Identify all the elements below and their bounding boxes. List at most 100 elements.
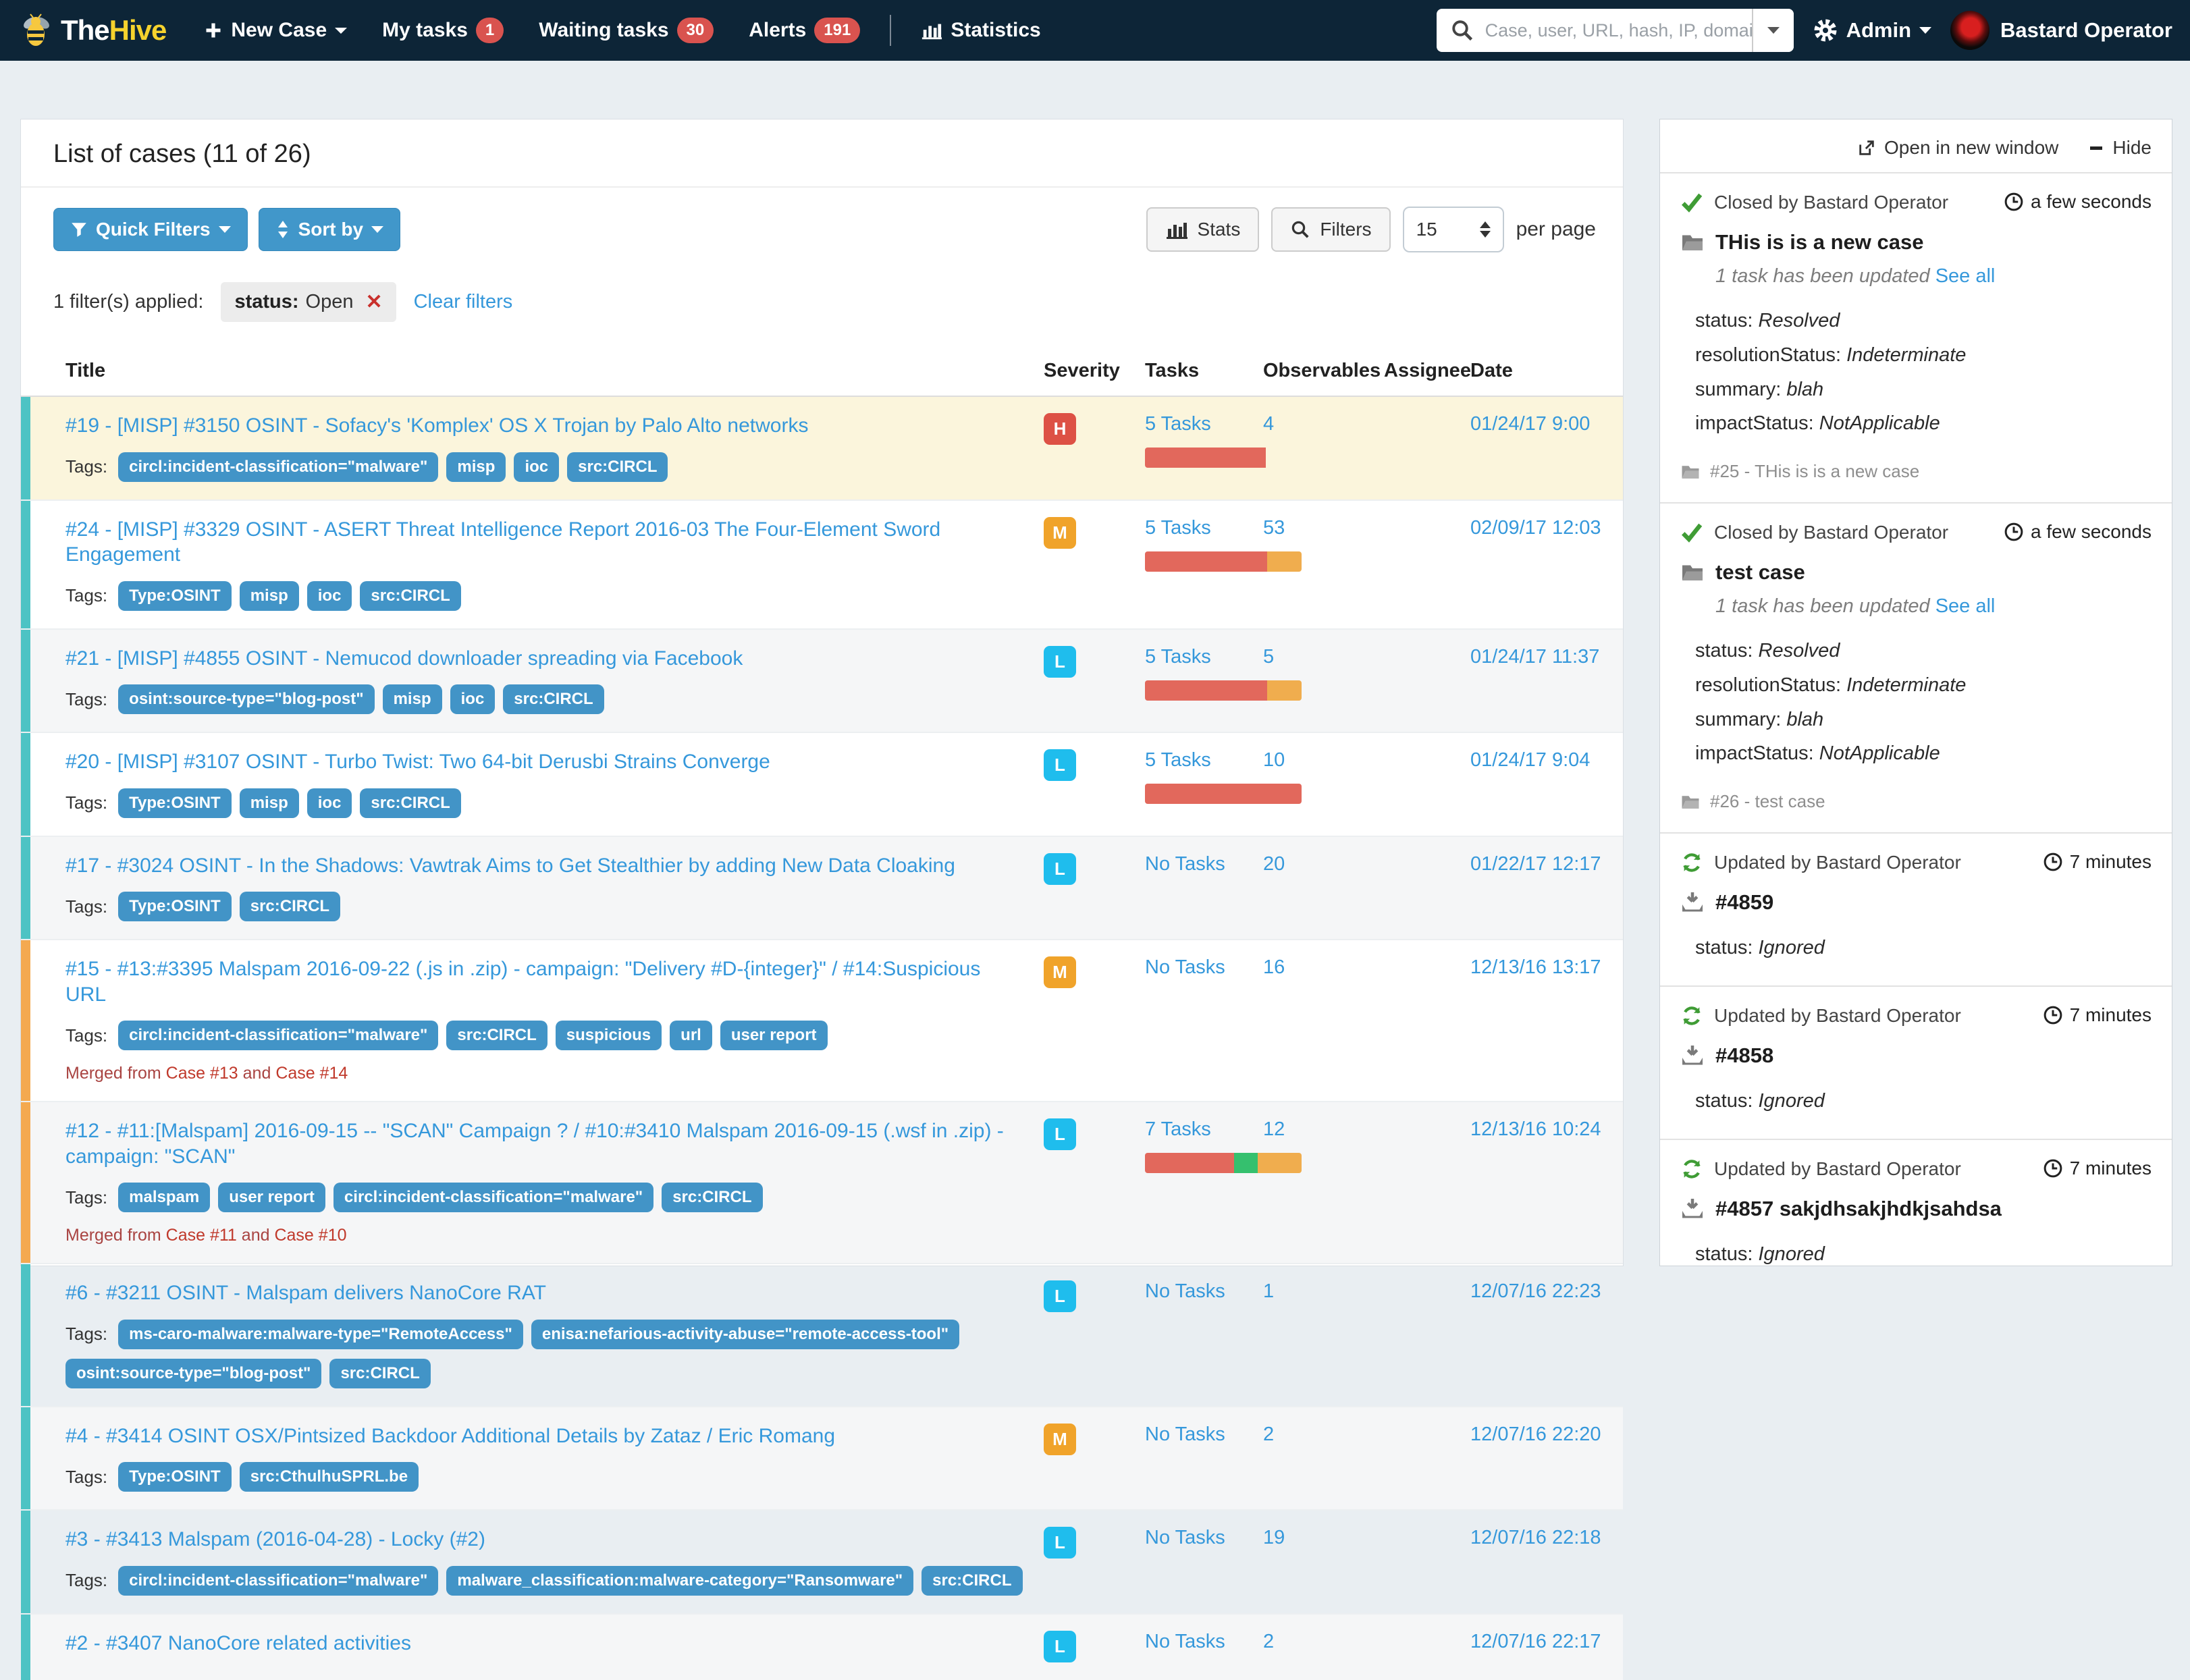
page-size-select[interactable]: 15 (1402, 207, 1504, 252)
search-input[interactable] (1485, 9, 1752, 52)
tag-pill[interactable]: user report (720, 1021, 828, 1050)
tag-pill[interactable]: osint:source-type="blog-post" (118, 684, 375, 714)
observables-count[interactable]: 10 (1263, 749, 1285, 771)
tag-pill[interactable]: Type:OSINT (118, 580, 232, 611)
admin-menu[interactable]: Admin (1813, 18, 1932, 43)
sort-by-button[interactable]: Sort by (258, 208, 401, 251)
tag-pill[interactable]: src:CIRCL (922, 1565, 1023, 1596)
tag-pill[interactable]: ioc (306, 788, 352, 818)
tag-pill[interactable]: src:CthulhuSPRL.be (239, 1462, 419, 1492)
tag-pill[interactable]: ioc (306, 580, 352, 611)
observables-count[interactable]: 1 (1263, 1280, 1274, 1302)
tag-pill[interactable]: misp (446, 452, 506, 482)
observables-count[interactable]: 2 (1263, 1424, 1274, 1445)
tag-pill[interactable]: ioc (514, 452, 560, 482)
observables-count[interactable]: 12 (1263, 1118, 1285, 1140)
tasks-link[interactable]: 5 Tasks (1145, 749, 1211, 771)
case-title-link[interactable]: #6 - #3211 OSINT - Malspam delivers Nano… (65, 1280, 1023, 1306)
case-date-link[interactable]: 12/13/16 10:24 (1470, 1118, 1601, 1140)
tag-pill[interactable]: src:CIRCL (360, 580, 461, 611)
case-title-link[interactable]: #15 - #13:#3395 Malspam 2016-09-22 (.js … (65, 956, 1023, 1007)
table-row[interactable]: #4 - #3414 OSINT OSX/Pintsized Backdoor … (21, 1405, 1623, 1509)
tag-pill[interactable]: user report (218, 1183, 325, 1212)
table-row[interactable]: #17 - #3024 OSINT - In the Shadows: Vawt… (21, 835, 1623, 939)
tag-pill[interactable]: malspam (118, 1183, 211, 1212)
case-date-link[interactable]: 12/07/16 22:20 (1470, 1424, 1601, 1445)
tag-pill[interactable]: osint:source-type="blog-post" (65, 1358, 322, 1388)
observables-count[interactable]: 2 (1263, 1631, 1274, 1652)
nav-item-new-case[interactable]: New Case (186, 0, 365, 61)
tasks-link[interactable]: No Tasks (1145, 853, 1225, 875)
case-date-link[interactable]: 12/07/16 22:18 (1470, 1527, 1601, 1548)
merged-case-link[interactable]: Case #10 (274, 1226, 346, 1245)
remove-filter-icon[interactable]: ✕ (365, 290, 382, 314)
case-title-link[interactable]: #2 - #3407 NanoCore related activities (65, 1631, 1023, 1656)
case-title-link[interactable]: #19 - [MISP] #3150 OSINT - Sofacy's 'Kom… (65, 413, 1023, 439)
tag-pill[interactable]: circl:incident-classification="malware" (333, 1183, 654, 1212)
tag-pill[interactable]: src:CIRCL (446, 1021, 548, 1050)
hide-panel-link[interactable]: Hide (2088, 137, 2152, 159)
search-scope-button[interactable] (1751, 9, 1794, 52)
case-title-link[interactable]: #17 - #3024 OSINT - In the Shadows: Vawt… (65, 853, 1023, 879)
observables-count[interactable]: 19 (1263, 1527, 1285, 1548)
observables-count[interactable]: 16 (1263, 956, 1285, 978)
merged-case-link[interactable]: Case #11 (166, 1226, 237, 1245)
tasks-link[interactable]: No Tasks (1145, 1424, 1225, 1445)
observables-count[interactable]: 53 (1263, 517, 1285, 539)
tag-pill[interactable]: malware_classification:malware-category=… (446, 1565, 914, 1596)
table-row[interactable]: #12 - #11:[Malspam] 2016-09-15 -- "SCAN"… (21, 1101, 1623, 1263)
tasks-link[interactable]: 5 Tasks (1145, 413, 1211, 435)
quick-filters-button[interactable]: Quick Filters (53, 208, 248, 251)
case-title-link[interactable]: #3 - #3413 Malspam (2016-04-28) - Locky … (65, 1527, 1023, 1552)
tag-pill[interactable]: enisa:nefarious-activity-abuse="remote-a… (531, 1319, 960, 1349)
tag-pill[interactable]: url (670, 1021, 712, 1050)
tag-pill[interactable]: Type:OSINT (118, 788, 232, 818)
merged-case-link[interactable]: Case #14 (275, 1064, 348, 1083)
tag-pill[interactable]: ms-caro-malware:malware-type="RemoteAcce… (118, 1319, 523, 1349)
tag-pill[interactable]: misp (382, 684, 442, 714)
case-date-link[interactable]: 01/24/17 9:04 (1470, 749, 1590, 771)
tag-pill[interactable]: suspicious (555, 1021, 662, 1050)
tag-pill[interactable]: src:CIRCL (503, 684, 604, 714)
observables-count[interactable]: 5 (1263, 646, 1274, 668)
tag-pill[interactable]: src:CIRCL (329, 1358, 431, 1388)
stream-entry-case-ref[interactable]: #26 - test case (1710, 791, 1825, 812)
table-row[interactable]: #19 - [MISP] #3150 OSINT - Sofacy's 'Kom… (21, 397, 1623, 499)
case-title-link[interactable]: #12 - #11:[Malspam] 2016-09-15 -- "SCAN"… (65, 1118, 1023, 1169)
tasks-link[interactable]: 5 Tasks (1145, 646, 1211, 668)
tag-pill[interactable]: Type:OSINT (118, 892, 232, 921)
tasks-link[interactable]: No Tasks (1145, 1280, 1225, 1302)
table-row[interactable]: #20 - [MISP] #3107 OSINT - Turbo Twist: … (21, 732, 1623, 836)
tag-pill[interactable]: circl:incident-classification="malware" (118, 1021, 439, 1050)
tag-pill[interactable]: Type:OSINT (118, 1462, 232, 1492)
tasks-link[interactable]: No Tasks (1145, 1631, 1225, 1652)
tasks-link[interactable]: No Tasks (1145, 1527, 1225, 1548)
stats-button[interactable]: Stats (1146, 207, 1260, 252)
nav-item-statistics[interactable]: Statistics (903, 0, 1058, 61)
see-all-link[interactable]: See all (1935, 595, 1996, 617)
table-row[interactable]: #21 - [MISP] #4855 OSINT - Nemucod downl… (21, 628, 1623, 732)
tag-pill[interactable]: src:CIRCL (662, 1183, 763, 1212)
user-menu[interactable]: Bastard Operator (1950, 11, 2172, 50)
case-date-link[interactable]: 12/07/16 22:17 (1470, 1631, 1601, 1652)
filters-button[interactable]: Filters (1271, 207, 1391, 252)
tag-pill[interactable]: src:CIRCL (360, 788, 461, 818)
case-date-link[interactable]: 12/13/16 13:17 (1470, 956, 1601, 978)
observables-count[interactable]: 4 (1263, 413, 1274, 435)
tag-pill[interactable]: misp (239, 580, 299, 611)
see-all-link[interactable]: See all (1935, 265, 1996, 287)
nav-item-waiting-tasks[interactable]: Waiting tasks 30 (521, 0, 731, 61)
merged-case-link[interactable]: Case #13 (166, 1064, 238, 1083)
table-row[interactable]: #3 - #3413 Malspam (2016-04-28) - Locky … (21, 1509, 1623, 1613)
tag-pill[interactable]: src:CIRCL (567, 452, 668, 482)
tag-pill[interactable]: misp (239, 788, 299, 818)
table-row[interactable]: #6 - #3211 OSINT - Malspam delivers Nano… (21, 1263, 1623, 1406)
clear-filters-link[interactable]: Clear filters (414, 291, 513, 313)
case-date-link[interactable]: 02/09/17 12:03 (1470, 517, 1601, 539)
case-date-link[interactable]: 01/22/17 12:17 (1470, 853, 1601, 875)
table-row[interactable]: #15 - #13:#3395 Malspam 2016-09-22 (.js … (21, 939, 1623, 1101)
open-in-new-window-link[interactable]: Open in new window (1857, 137, 2058, 159)
case-date-link[interactable]: 12/07/16 22:23 (1470, 1280, 1601, 1302)
nav-item-my-tasks[interactable]: My tasks 1 (365, 0, 521, 61)
case-title-link[interactable]: #21 - [MISP] #4855 OSINT - Nemucod downl… (65, 646, 1023, 672)
